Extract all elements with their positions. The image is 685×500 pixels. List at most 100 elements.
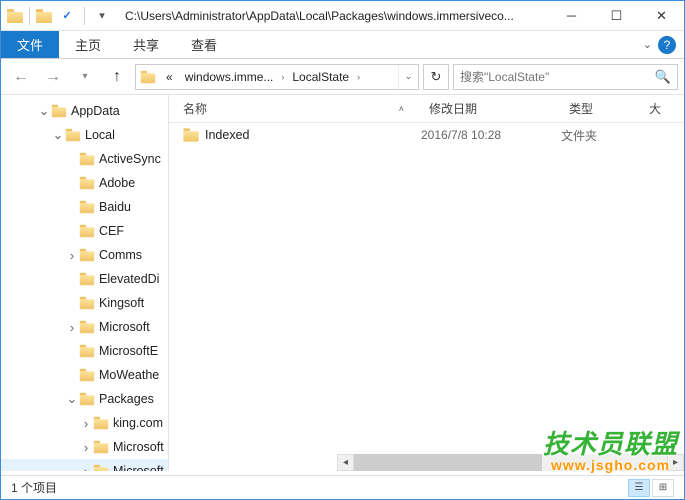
watermark-title: 技术员联盟 — [543, 424, 678, 461]
tree-label: MoWeathe — [95, 368, 159, 382]
tab-home[interactable]: 主页 — [59, 31, 117, 58]
tree-toggle-icon[interactable] — [37, 103, 51, 119]
tree-toggle-icon[interactable] — [79, 416, 93, 431]
tree-label: ActiveSync — [95, 152, 161, 166]
file-type: 文件夹 — [561, 127, 641, 144]
refresh-button[interactable]: ↻ — [423, 64, 449, 90]
column-name[interactable]: 名称˄ — [169, 100, 421, 117]
folder-icon — [80, 249, 94, 262]
folder-icon — [80, 153, 94, 166]
column-size[interactable]: 大 — [641, 100, 684, 117]
scroll-thumb[interactable] — [354, 454, 542, 471]
tree-item[interactable]: Microsoft — [1, 435, 168, 459]
tree-item[interactable]: CEF — [1, 219, 168, 243]
file-name: Indexed — [205, 128, 249, 142]
search-input[interactable] — [460, 70, 655, 84]
breadcrumb-item[interactable]: windows.imme... — [179, 65, 280, 89]
tree-item[interactable]: king.com — [1, 411, 168, 435]
search-box[interactable]: 🔍 — [453, 64, 678, 90]
tree-item[interactable]: Local — [1, 123, 168, 147]
content-area: AppData Local ActiveSync Adobe Baidu CEF Comms… — [1, 95, 684, 471]
tree-label: Microsoft — [109, 464, 164, 471]
search-icon[interactable]: 🔍 — [655, 69, 671, 85]
column-type[interactable]: 类型 — [561, 100, 641, 117]
tree-toggle-icon[interactable] — [79, 440, 93, 455]
tree-item[interactable]: Baidu — [1, 195, 168, 219]
ribbon-right: ⌄ ? — [643, 31, 684, 58]
up-button[interactable]: ↑ — [103, 63, 131, 91]
tree-label: CEF — [95, 224, 124, 238]
tree-toggle-icon[interactable] — [65, 320, 79, 335]
tree-toggle-icon[interactable] — [65, 248, 79, 263]
qat-check-icon[interactable]: ✓ — [56, 5, 78, 27]
tree-toggle-icon[interactable] — [79, 464, 93, 472]
tree-label: Baidu — [95, 200, 131, 214]
folder-icon — [66, 129, 80, 142]
tab-view[interactable]: 查看 — [175, 31, 233, 58]
scroll-left-icon[interactable]: ◂ — [337, 454, 354, 471]
navigation-bar: ← → ▾ ↑ « windows.imme... › LocalState ›… — [1, 59, 684, 95]
minimize-button[interactable]: ─ — [549, 1, 594, 31]
tree-item[interactable]: MicrosoftE — [1, 339, 168, 363]
address-bar[interactable]: « windows.imme... › LocalState › ⌄ — [135, 64, 419, 90]
qat-properties-icon[interactable] — [36, 9, 52, 23]
tree-item[interactable]: ElevatedDi — [1, 267, 168, 291]
tree-item[interactable]: Adobe — [1, 171, 168, 195]
qat-separator — [84, 7, 85, 25]
tree-item[interactable]: MoWeathe — [1, 363, 168, 387]
help-icon[interactable]: ? — [658, 36, 676, 54]
tree-label: Microsoft — [95, 320, 150, 334]
qat-dropdown-icon[interactable]: ▾ — [91, 5, 113, 27]
tree-item[interactable]: ActiveSync — [1, 147, 168, 171]
file-list[interactable]: Indexed2016/7/8 10:28文件夹 — [169, 123, 684, 147]
navigation-tree[interactable]: AppData Local ActiveSync Adobe Baidu CEF Comms… — [1, 95, 169, 471]
breadcrumb-overflow[interactable]: « — [160, 65, 179, 89]
view-details-button[interactable]: ☰ — [628, 479, 650, 497]
tree-toggle-icon[interactable] — [51, 127, 65, 143]
tab-file[interactable]: 文件 — [1, 31, 59, 58]
tree-item[interactable]: Kingsoft — [1, 291, 168, 315]
addressbar-dropdown-icon[interactable]: ⌄ — [398, 65, 418, 89]
forward-button[interactable]: → — [39, 63, 67, 91]
back-button[interactable]: ← — [7, 63, 35, 91]
view-icons-button[interactable]: ⊞ — [652, 479, 674, 497]
folder-icon — [80, 177, 94, 190]
ribbon-tabs: 文件 主页 共享 查看 ⌄ ? — [1, 31, 684, 59]
tree-item[interactable]: Packages — [1, 387, 168, 411]
tree-label: MicrosoftE — [95, 344, 158, 358]
tree-item[interactable]: Microsoft — [1, 459, 168, 471]
column-date[interactable]: 修改日期 — [421, 100, 561, 117]
watermark: 技术员联盟 www.jsgho.com — [543, 424, 678, 473]
tab-share[interactable]: 共享 — [117, 31, 175, 58]
tree-item[interactable]: Microsoft — [1, 315, 168, 339]
tree-item[interactable]: AppData — [1, 99, 168, 123]
file-list-pane: 名称˄ 修改日期 类型 大 Indexed2016/7/8 10:28文件夹 ◂… — [169, 95, 684, 471]
chevron-right-icon[interactable]: › — [279, 72, 286, 82]
tree-label: Kingsoft — [95, 296, 144, 310]
close-button[interactable]: ✕ — [639, 1, 684, 31]
chevron-right-icon[interactable]: › — [355, 72, 362, 82]
tree-toggle-icon[interactable] — [65, 391, 79, 407]
item-count: 1 个项目 — [11, 479, 57, 496]
tree-label: king.com — [109, 416, 163, 430]
ribbon-collapse-icon[interactable]: ⌄ — [643, 38, 652, 51]
addressbar-folder-icon — [141, 70, 155, 83]
maximize-button[interactable]: ☐ — [594, 1, 639, 31]
breadcrumb-item[interactable]: LocalState — [286, 65, 355, 89]
folder-icon — [80, 201, 94, 214]
watermark-url: www.jsgho.com — [543, 457, 678, 473]
status-bar: 1 个项目 ☰ ⊞ — [1, 475, 684, 499]
recent-dropdown-icon[interactable]: ▾ — [71, 63, 99, 91]
folder-icon — [94, 417, 108, 430]
folder-icon — [80, 393, 94, 406]
folder-icon — [183, 128, 198, 141]
tree-item[interactable]: Comms — [1, 243, 168, 267]
window-controls: ─ ☐ ✕ — [549, 1, 684, 31]
folder-icon — [80, 225, 94, 238]
file-row[interactable]: Indexed2016/7/8 10:28文件夹 — [169, 123, 684, 147]
tree-label: Local — [81, 128, 115, 142]
folder-icon — [94, 441, 108, 454]
folder-icon — [80, 345, 94, 358]
folder-icon — [80, 273, 94, 286]
app-icon — [7, 9, 23, 23]
